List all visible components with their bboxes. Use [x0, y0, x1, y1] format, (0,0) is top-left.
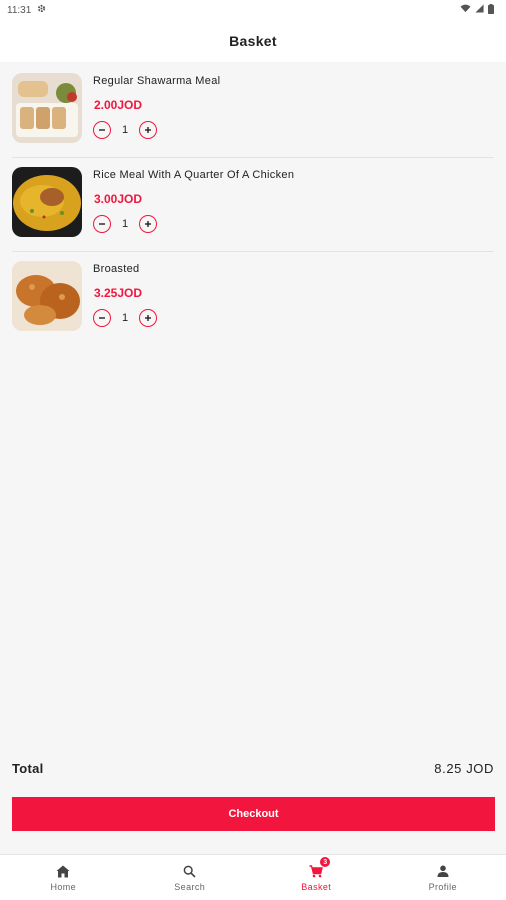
nav-item-search[interactable]: Search	[127, 855, 254, 900]
item-price: 3.25JOD	[94, 286, 143, 300]
signal-icon	[475, 4, 484, 16]
quantity-stepper: 1	[93, 215, 157, 233]
checkout-button[interactable]: Checkout	[12, 797, 495, 831]
decrease-quantity-button[interactable]	[93, 215, 111, 233]
page-title: Basket	[229, 33, 277, 49]
plus-icon	[145, 315, 151, 321]
basket-list: Regular Shawarma Meal 2.00JOD 1 Rice Mea…	[0, 64, 506, 346]
quantity-stepper: 1	[93, 309, 157, 327]
plus-icon	[145, 127, 151, 133]
item-name: Rice Meal With A Quarter Of A Chicken	[93, 169, 295, 181]
basket-item-broasted: Broasted 3.25JOD 1	[12, 252, 494, 346]
minus-icon	[99, 129, 105, 131]
nav-label: Basket	[301, 882, 332, 892]
increase-quantity-button[interactable]	[139, 121, 157, 139]
quantity-value: 1	[121, 124, 129, 136]
rice-chicken-photo	[12, 167, 82, 237]
total-row: Total 8.25 JOD	[12, 758, 494, 778]
item-price: 3.00JOD	[94, 192, 143, 206]
person-icon	[435, 863, 451, 879]
settings-icon	[37, 4, 46, 16]
wifi-icon	[460, 4, 471, 16]
broasted-chicken-photo	[12, 261, 82, 331]
nav-label: Home	[50, 882, 77, 892]
home-icon	[55, 863, 71, 879]
plus-icon	[145, 221, 151, 227]
decrease-quantity-button[interactable]	[93, 121, 111, 139]
bottom-nav: Home Search 3 Basket Profile	[0, 854, 506, 900]
quantity-value: 1	[121, 218, 129, 230]
nav-item-profile[interactable]: Profile	[380, 855, 506, 900]
quantity-stepper: 1	[93, 121, 157, 139]
increase-quantity-button[interactable]	[139, 309, 157, 327]
basket-item-rice-chicken: Rice Meal With A Quarter Of A Chicken 3.…	[12, 158, 494, 252]
cart-icon: 3	[308, 857, 331, 879]
nav-label: Search	[174, 882, 206, 892]
item-name: Regular Shawarma Meal	[93, 75, 221, 87]
nav-label: Profile	[428, 882, 457, 892]
total-label: Total	[12, 760, 44, 776]
minus-icon	[99, 223, 105, 225]
status-time: 11:31	[7, 4, 32, 16]
battery-icon	[488, 3, 494, 17]
decrease-quantity-button[interactable]	[93, 309, 111, 327]
cart-count-badge: 3	[320, 857, 331, 867]
increase-quantity-button[interactable]	[139, 215, 157, 233]
nav-item-basket[interactable]: 3 Basket	[253, 855, 380, 900]
quantity-value: 1	[121, 312, 129, 324]
item-price: 2.00JOD	[94, 98, 143, 112]
app-bar: Basket	[0, 20, 506, 62]
search-icon	[182, 863, 198, 879]
total-value: 8.25 JOD	[434, 760, 494, 776]
nav-item-home[interactable]: Home	[0, 855, 127, 900]
item-name: Broasted	[93, 263, 140, 275]
minus-icon	[99, 317, 105, 319]
basket-item-shawarma: Regular Shawarma Meal 2.00JOD 1	[12, 64, 494, 158]
shawarma-meal-photo	[12, 73, 82, 143]
status-bar: 11:31	[0, 0, 506, 20]
